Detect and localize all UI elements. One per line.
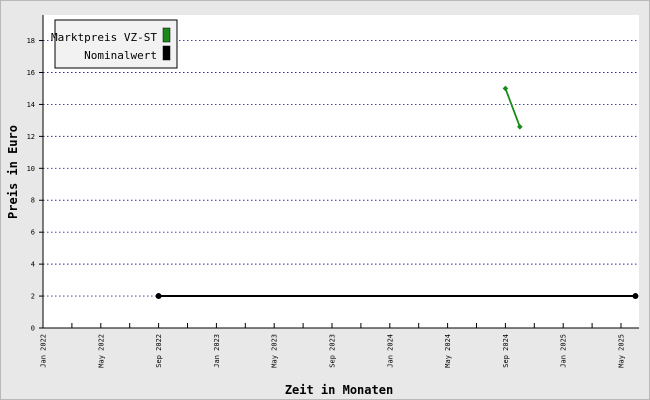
y-tick-label-2: 2 xyxy=(31,293,35,301)
point-1-0 xyxy=(155,293,162,300)
y-tick-labels: 0 2 4 6 8 10 12 14 16 18 xyxy=(27,37,35,332)
chart: 0 2 4 6 8 10 12 14 16 18 Jan 2022 May 2022 Sep 2022… xyxy=(0,0,650,400)
legend-swatch-marktpreis xyxy=(162,27,171,43)
x-tick-label-10: May 2025 xyxy=(618,334,626,368)
y-tick-label-4: 4 xyxy=(31,261,35,269)
y-tick-label-0: 0 xyxy=(31,325,35,333)
x-axis-title: Zeit in Monaten xyxy=(285,383,393,397)
x-tick-labels: Jan 2022 May 2022 Sep 2022 Jan 2023 May 2023… xyxy=(40,334,626,368)
x-tick-label-1: May 2022 xyxy=(97,334,105,368)
y-tick-label-18: 18 xyxy=(27,37,35,45)
x-tick-label-8: Sep 2024 xyxy=(502,334,510,368)
x-tick-label-3: Jan 2023 xyxy=(213,334,221,368)
x-tick-label-4: May 2023 xyxy=(271,334,279,368)
chart-svg: 0 2 4 6 8 10 12 14 16 18 Jan 2022 May 2022 Sep 2022… xyxy=(6,15,639,397)
y-axis-title: Preis in Euro xyxy=(6,125,20,219)
y-tick-label-10: 10 xyxy=(27,165,35,173)
x-tick-label-0: Jan 2022 xyxy=(40,334,48,368)
x-tick-label-9: Jan 2025 xyxy=(560,334,568,368)
x-tick-label-2: Sep 2022 xyxy=(155,334,163,368)
y-tick-label-6: 6 xyxy=(31,229,35,237)
legend-label-marktpreis: Marktpreis VZ-ST xyxy=(51,31,157,44)
y-tick-label-8: 8 xyxy=(31,197,35,205)
point-1-1 xyxy=(632,293,639,300)
y-tick-label-14: 14 xyxy=(27,101,35,109)
x-tick-label-7: May 2024 xyxy=(444,334,452,368)
legend-label-nominalwert: Nominalwert xyxy=(84,49,157,62)
legend: Marktpreis VZ-ST Nominalwert xyxy=(51,19,178,69)
legend-swatch-nominalwert xyxy=(162,45,171,61)
x-tick-label-5: Sep 2023 xyxy=(329,334,337,368)
y-tick-label-16: 16 xyxy=(27,69,35,77)
y-tick-label-12: 12 xyxy=(27,133,35,141)
x-tick-label-6: Jan 2024 xyxy=(386,334,394,368)
